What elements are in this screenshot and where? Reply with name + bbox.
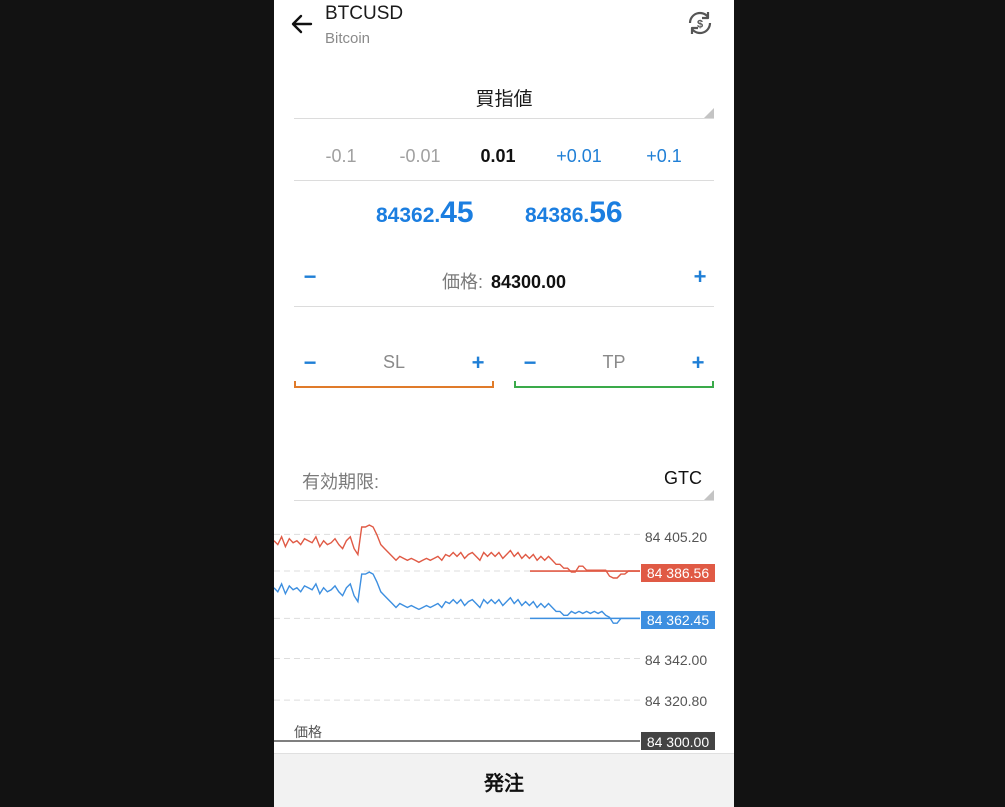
price-chart: 84 405.20 84 342.00 84 320.80 84 386.56 … xyxy=(274,515,734,755)
bid-price-pips: 45 xyxy=(440,196,474,229)
currency-exchange-icon: $ xyxy=(688,11,712,35)
expiration-value: GTC xyxy=(664,468,702,488)
price-stepper: − 価格: 84300.00 + xyxy=(294,258,714,307)
tp-underline xyxy=(514,386,714,388)
ask-price-main: 84386. xyxy=(525,204,590,227)
volume-minus-0-01-button[interactable]: -0.01 xyxy=(399,146,440,167)
tp-underline-tick xyxy=(514,381,516,388)
ask-price: 84386.56 xyxy=(525,196,623,230)
y-tick-label: 84 320.80 xyxy=(645,693,707,709)
ask-price-pips: 56 xyxy=(589,196,623,229)
volume-selector: -0.1 -0.01 0.01 +0.01 +0.1 xyxy=(294,138,714,181)
back-button[interactable] xyxy=(284,6,320,42)
sl-underline-tick xyxy=(492,381,494,388)
take-profit-stepper: − TP + xyxy=(514,342,714,388)
order-type-label: 買指値 xyxy=(475,89,533,110)
dropdown-corner-icon xyxy=(704,108,714,118)
pending-price-line-label: 価格 xyxy=(294,724,322,740)
place-order-label: 発注 xyxy=(484,772,524,795)
arrow-left-icon xyxy=(291,14,313,34)
tp-increase-button[interactable]: + xyxy=(683,350,713,376)
price-value: 84300.00 xyxy=(490,272,567,292)
bid-price-main: 84362. xyxy=(376,204,441,227)
bid-series-line xyxy=(274,571,640,624)
ask-price-tag-label: 84 386.56 xyxy=(647,565,709,581)
price-increase-button[interactable]: + xyxy=(685,264,715,290)
bid-price: 84362.45 xyxy=(376,196,474,230)
y-tick-label: 84 342.00 xyxy=(645,652,707,668)
stop-loss-stepper: − SL + xyxy=(294,342,494,388)
order-type-select[interactable]: 買指値 xyxy=(294,80,714,119)
pending-price-tag-label: 84 300.00 xyxy=(647,734,709,750)
volume-minus-0-1-button[interactable]: -0.1 xyxy=(325,146,356,167)
change-symbol-button[interactable]: $ xyxy=(682,5,718,41)
ask-series-line xyxy=(274,524,640,579)
place-order-button[interactable]: 発注 xyxy=(274,753,734,807)
sl-increase-button[interactable]: + xyxy=(463,350,493,376)
order-screen: BTCUSD Bitcoin $ 買指値 -0.1 -0.01 0.01 +0.… xyxy=(274,0,734,807)
y-tick-label: 84 405.20 xyxy=(645,529,707,545)
dropdown-corner-icon xyxy=(704,490,714,500)
bid-price-tag-label: 84 362.45 xyxy=(647,612,709,628)
volume-plus-0-1-button[interactable]: +0.1 xyxy=(646,146,682,167)
sl-underline-tick xyxy=(294,381,296,388)
volume-value[interactable]: 0.01 xyxy=(480,146,515,167)
volume-plus-0-01-button[interactable]: +0.01 xyxy=(556,146,602,167)
price-field[interactable]: 価格: 84300.00 xyxy=(294,268,714,294)
symbol-title: BTCUSD xyxy=(325,3,404,24)
tp-underline-tick xyxy=(712,381,714,388)
price-chart-svg: 84 405.20 84 342.00 84 320.80 84 386.56 … xyxy=(274,524,715,750)
sl-underline xyxy=(294,386,494,388)
svg-text:$: $ xyxy=(697,19,703,31)
expiration-label: 有効期限: xyxy=(302,472,380,492)
expiration-select[interactable]: 有効期限: GTC xyxy=(294,458,714,501)
symbol-description: Bitcoin xyxy=(325,30,371,47)
price-label: 価格: xyxy=(441,272,483,292)
